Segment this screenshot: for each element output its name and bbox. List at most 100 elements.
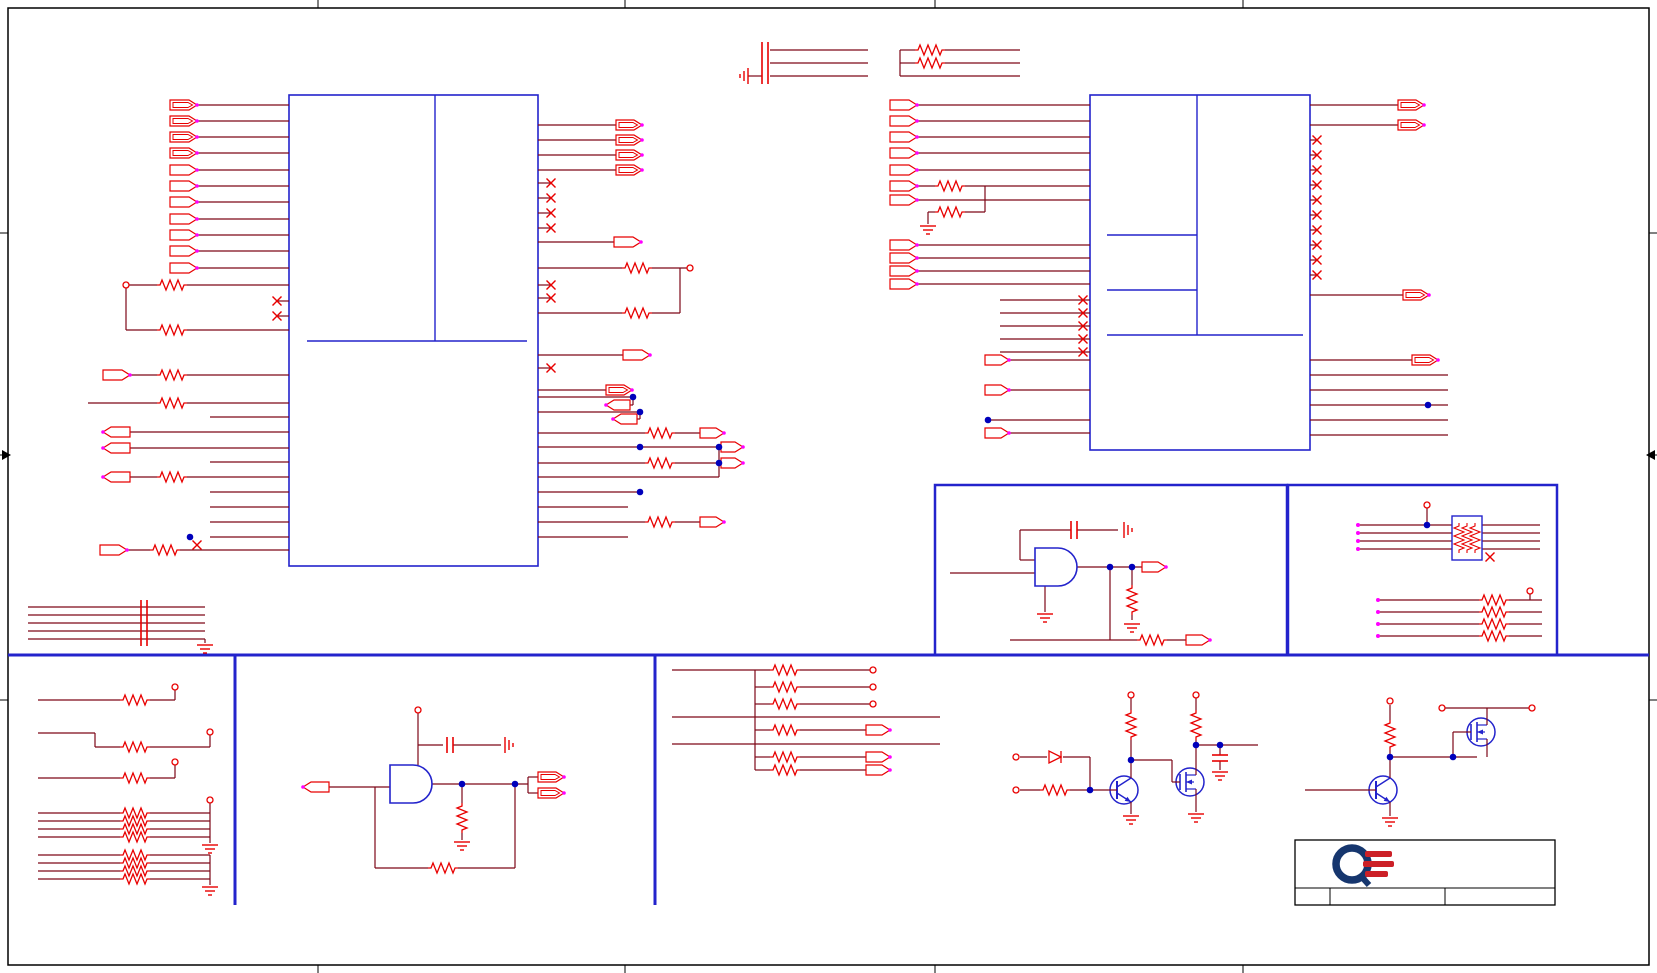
port-connector[interactable]	[169, 196, 199, 208]
pin-terminal[interactable]	[1012, 786, 1020, 794]
port-connector[interactable]	[604, 399, 631, 411]
resistor[interactable]	[1040, 783, 1070, 797]
port-connector[interactable]	[889, 252, 919, 264]
port-connector[interactable]	[720, 441, 745, 453]
resistor[interactable]	[150, 543, 180, 557]
resistor[interactable]	[1189, 710, 1203, 740]
resistor[interactable]	[120, 740, 150, 754]
port-connector[interactable]	[889, 164, 919, 176]
port-connector[interactable]	[889, 265, 919, 277]
port-connector[interactable]	[889, 115, 919, 127]
resistor[interactable]	[157, 278, 187, 292]
port-connector[interactable]	[984, 384, 1011, 396]
port-connector[interactable]	[169, 245, 199, 257]
resistor[interactable]	[1479, 593, 1509, 607]
port-connector[interactable]	[101, 426, 131, 438]
port-connector[interactable]	[613, 236, 643, 248]
port-connector[interactable]	[865, 764, 892, 776]
and-gate[interactable]	[1034, 547, 1078, 587]
port-connector[interactable]	[984, 427, 1011, 439]
pin-terminal[interactable]	[1012, 753, 1020, 761]
port-connector[interactable]	[865, 751, 892, 763]
resistor[interactable]	[915, 43, 945, 57]
resistor[interactable]	[645, 426, 675, 440]
resistor[interactable]	[622, 306, 652, 320]
resistor[interactable]	[428, 861, 458, 875]
pin-terminal[interactable]	[869, 683, 877, 691]
port-connector[interactable]	[889, 194, 919, 206]
resistor[interactable]	[935, 179, 965, 193]
pin-terminal[interactable]	[1438, 704, 1446, 712]
port-connector[interactable]	[889, 180, 919, 192]
pin-terminal[interactable]	[1528, 704, 1536, 712]
pin-terminal[interactable]	[171, 683, 179, 691]
port-connector[interactable]	[169, 164, 199, 176]
resistor[interactable]	[1125, 585, 1139, 615]
resistor[interactable]	[770, 750, 800, 764]
resistor[interactable]	[455, 803, 469, 833]
resistor[interactable]	[157, 470, 187, 484]
port-connector[interactable]	[101, 471, 131, 483]
resistor[interactable]	[622, 261, 652, 275]
resistor[interactable]	[915, 56, 945, 70]
resistor[interactable]	[935, 205, 965, 219]
port-connector[interactable]	[169, 180, 199, 192]
resistor[interactable]	[1479, 605, 1509, 619]
port-connector[interactable]	[889, 99, 919, 111]
port-connector[interactable]	[169, 262, 199, 274]
resistor[interactable]	[1124, 710, 1138, 740]
port-connector[interactable]	[889, 131, 919, 143]
port-connector[interactable]	[99, 544, 129, 556]
pin-terminal[interactable]	[206, 796, 214, 804]
resistor[interactable]	[120, 771, 150, 785]
pin-terminal[interactable]	[1423, 501, 1431, 509]
port-connector[interactable]	[169, 213, 199, 225]
resistor[interactable]	[770, 723, 800, 737]
pin-terminal[interactable]	[171, 758, 179, 766]
resistor[interactable]	[157, 368, 187, 382]
port-connector[interactable]	[699, 427, 726, 439]
pin-terminal[interactable]	[1127, 691, 1135, 699]
port-connector[interactable]	[622, 349, 652, 361]
port-connector[interactable]	[1185, 634, 1212, 646]
pin-terminal[interactable]	[122, 281, 130, 289]
port-connector[interactable]	[102, 369, 132, 381]
port-connector[interactable]	[1141, 561, 1168, 573]
pin-terminal[interactable]	[1192, 691, 1200, 699]
resistor[interactable]	[120, 693, 150, 707]
port-connector[interactable]	[865, 724, 892, 736]
resistor[interactable]	[157, 396, 187, 410]
pin-terminal[interactable]	[414, 706, 422, 714]
resistor[interactable]	[645, 515, 675, 529]
pin-terminal[interactable]	[1386, 697, 1394, 705]
port-connector[interactable]	[301, 781, 330, 793]
resistor[interactable]	[770, 763, 800, 777]
port-connector[interactable]	[889, 239, 919, 251]
diode[interactable]	[1048, 749, 1063, 765]
resistor[interactable]	[1479, 617, 1509, 631]
resistor[interactable]	[1479, 629, 1509, 643]
resistor[interactable]	[770, 663, 800, 677]
port-connector[interactable]	[889, 278, 919, 290]
pin-terminal[interactable]	[869, 666, 877, 674]
port-connector[interactable]	[720, 457, 745, 469]
pin-terminal[interactable]	[869, 700, 877, 708]
port-connector[interactable]	[611, 413, 638, 425]
resistor[interactable]	[645, 456, 675, 470]
port-connector[interactable]	[889, 147, 919, 159]
resistor[interactable]	[1137, 633, 1167, 647]
port-connector[interactable]	[699, 516, 726, 528]
pin-terminal[interactable]	[1526, 587, 1534, 595]
port-connector[interactable]	[984, 354, 1011, 366]
resistor[interactable]	[157, 323, 187, 337]
ic-block[interactable]	[1089, 94, 1311, 451]
resistor[interactable]	[770, 697, 800, 711]
port-connector[interactable]	[169, 229, 199, 241]
port-connector[interactable]	[101, 442, 131, 454]
pin-terminal[interactable]	[686, 264, 694, 272]
resistor[interactable]	[770, 680, 800, 694]
and-gate[interactable]	[389, 764, 433, 804]
resistor[interactable]	[1383, 720, 1397, 750]
ic-block[interactable]	[288, 94, 539, 567]
pin-terminal[interactable]	[206, 728, 214, 736]
